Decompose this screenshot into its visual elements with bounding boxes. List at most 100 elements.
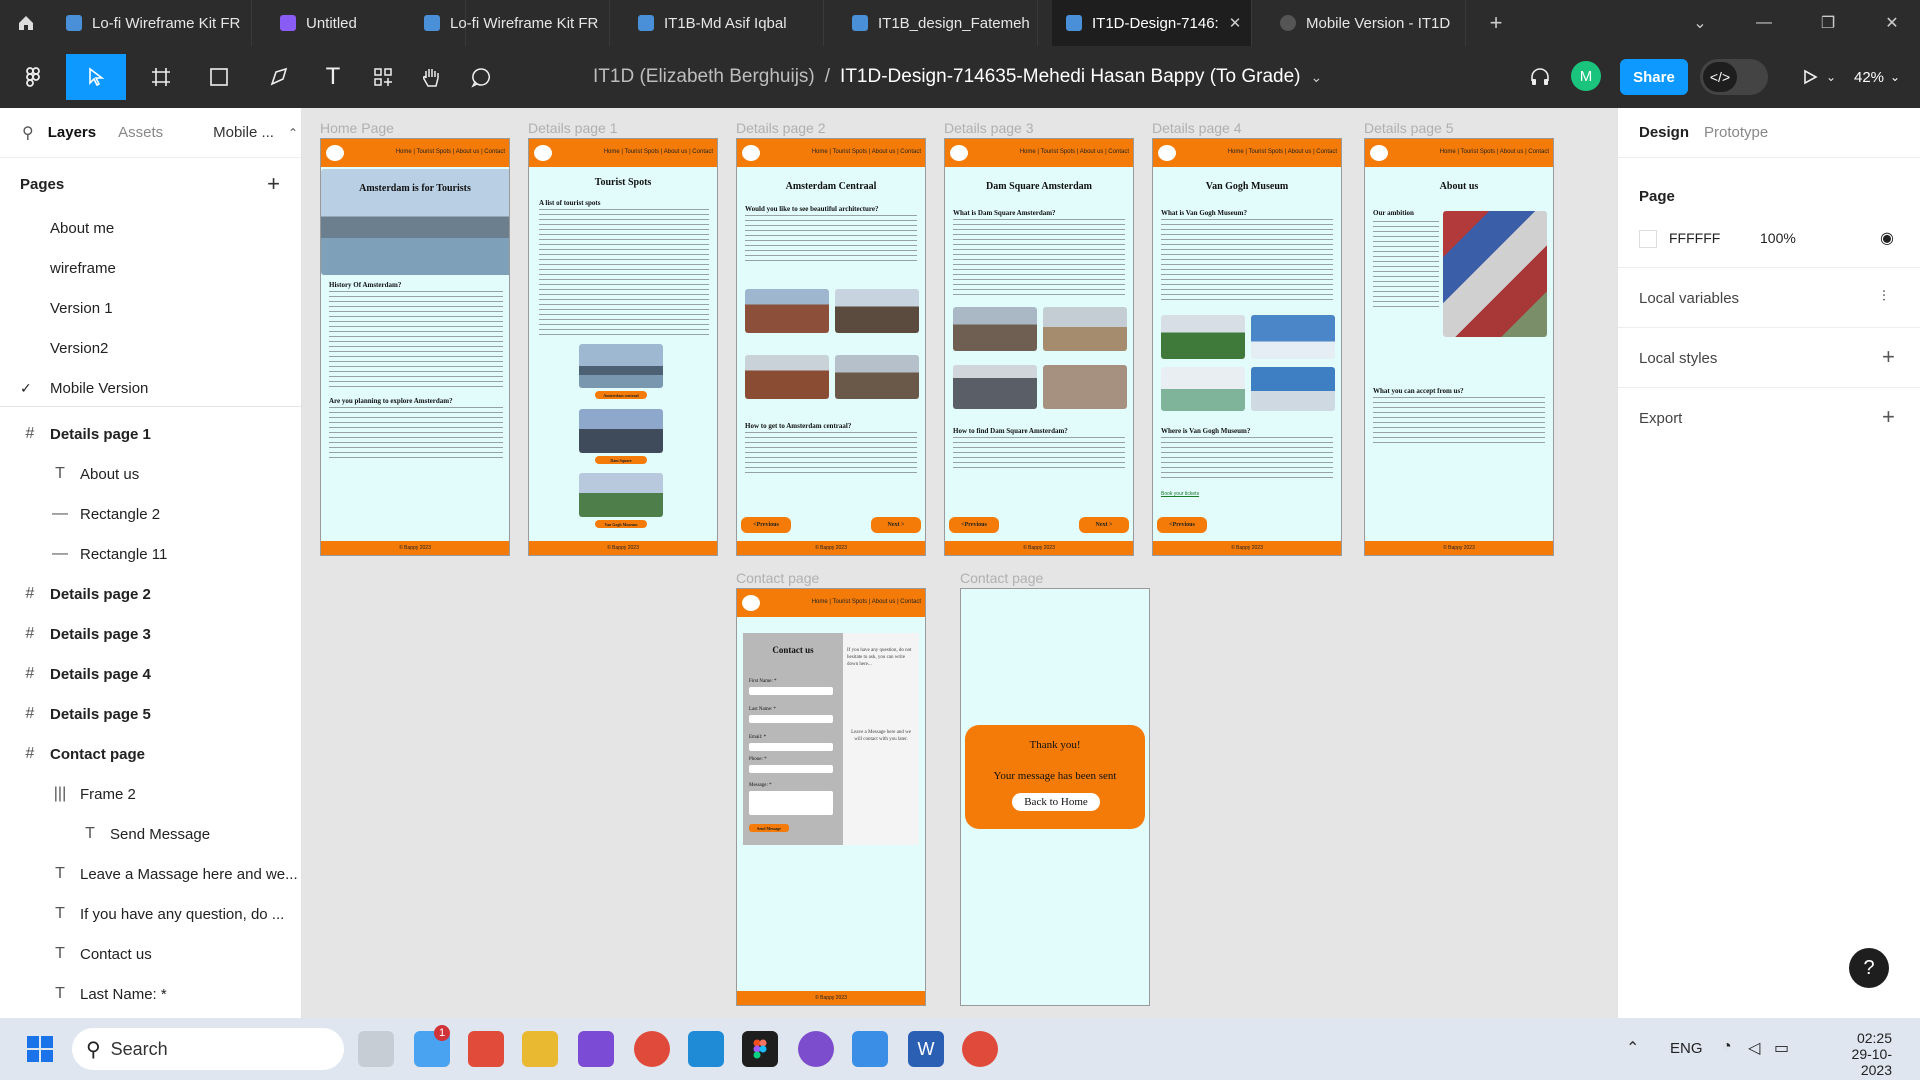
layer-row[interactable]: # Contact page bbox=[0, 734, 301, 774]
local-styles-section[interactable]: Local styles + bbox=[1618, 328, 1920, 388]
comment-icon[interactable] bbox=[458, 54, 504, 100]
layer-row[interactable]: ||| Frame 2 bbox=[0, 774, 301, 814]
tab-design[interactable]: Design bbox=[1639, 124, 1689, 141]
avatar[interactable]: M bbox=[1571, 61, 1601, 91]
github-icon[interactable] bbox=[798, 1031, 834, 1067]
local-variables-section[interactable]: Local variables ⫶ bbox=[1618, 268, 1920, 328]
visual-studio-icon[interactable] bbox=[578, 1031, 614, 1067]
frame-details-page-4[interactable]: Home | Tourist Spots | About us | Contac… bbox=[1152, 138, 1342, 556]
file-explorer-icon[interactable] bbox=[522, 1031, 558, 1067]
search-icon[interactable]: ⚲ bbox=[22, 123, 34, 143]
components-icon[interactable] bbox=[360, 54, 406, 100]
page-item-mobile-version[interactable]: ✓ Mobile Version bbox=[0, 368, 301, 408]
page-item-version2[interactable]: Version2 bbox=[0, 328, 301, 368]
battery-icon[interactable]: ▭ bbox=[1774, 1038, 1789, 1058]
chrome-icon[interactable] bbox=[634, 1031, 670, 1067]
layer-row[interactable]: T If you have any question, do ... bbox=[0, 894, 301, 934]
help-button[interactable]: ? bbox=[1849, 948, 1889, 988]
layer-row[interactable]: T Contact us bbox=[0, 934, 301, 974]
frame-label-details-5[interactable]: Details page 5 bbox=[1364, 120, 1454, 136]
tab-lofi-wireframe-1[interactable]: Lo-fi Wireframe Kit FR bbox=[52, 0, 252, 46]
layer-row[interactable]: # Details page 2 bbox=[0, 574, 301, 614]
frame-label-home[interactable]: Home Page bbox=[320, 120, 394, 136]
email-field[interactable] bbox=[749, 743, 833, 751]
next-button[interactable]: Next > bbox=[871, 517, 921, 533]
layer-row[interactable]: T Leave a Massage here and we... bbox=[0, 854, 301, 894]
dev-mode-toggle[interactable]: </> bbox=[1700, 59, 1768, 95]
vscode-icon[interactable] bbox=[688, 1031, 724, 1067]
home-icon[interactable] bbox=[0, 0, 52, 46]
paint-icon[interactable] bbox=[852, 1031, 888, 1067]
layer-row[interactable]: T About us bbox=[0, 454, 301, 494]
frame-details-page-3[interactable]: Home | Tourist Spots | About us | Contac… bbox=[944, 138, 1134, 556]
team-name[interactable]: IT1D (Elizabeth Berghuijs) bbox=[593, 66, 815, 88]
page-color-swatch[interactable] bbox=[1639, 230, 1657, 248]
hand-tool-icon[interactable] bbox=[408, 54, 454, 100]
chevron-up-icon[interactable]: ⌃ bbox=[1626, 1038, 1639, 1058]
wifi-icon[interactable]: ◔ bbox=[1722, 1038, 1732, 1056]
export-section[interactable]: Export + bbox=[1618, 388, 1920, 448]
move-tool-icon[interactable] bbox=[66, 54, 126, 100]
minimize-icon[interactable]: — bbox=[1736, 0, 1792, 46]
layer-row[interactable]: # Details page 5 bbox=[0, 694, 301, 734]
frame-label-contact[interactable]: Contact page bbox=[736, 570, 819, 586]
onedrive-icon[interactable]: 1 bbox=[414, 1025, 450, 1067]
chevron-down-icon[interactable]: ⌄ bbox=[1672, 0, 1728, 46]
tab-prototype[interactable]: Prototype bbox=[1704, 124, 1768, 141]
next-button[interactable]: Next > bbox=[1079, 517, 1129, 533]
new-tab-icon[interactable]: + bbox=[1468, 0, 1524, 46]
frame-label-details-4[interactable]: Details page 4 bbox=[1152, 120, 1242, 136]
clock[interactable]: 02:25 29-10-2023 bbox=[1822, 1030, 1892, 1078]
tab-lofi-wireframe-2[interactable]: Lo-fi Wireframe Kit FR bbox=[410, 0, 610, 46]
frame-contact-page[interactable]: Home | Tourist Spots | About us | Contac… bbox=[736, 588, 926, 1006]
back-to-home-button[interactable]: Back to Home bbox=[1012, 793, 1100, 811]
page-selector[interactable]: Mobile ... bbox=[213, 124, 274, 141]
windows-start-icon[interactable] bbox=[22, 1031, 58, 1067]
close-tab-icon[interactable]: ✕ bbox=[1229, 14, 1242, 32]
file-name[interactable]: IT1D-Design-714635-Mehedi Hasan Bappy (T… bbox=[840, 66, 1300, 88]
frame-label-thank-you[interactable]: Contact page bbox=[960, 570, 1043, 586]
book-tickets-link[interactable]: Book your tickets bbox=[1161, 491, 1199, 497]
frame-thank-you-page[interactable]: Thank you! Your message has been sent Ba… bbox=[960, 588, 1150, 1006]
frame-label-details-1[interactable]: Details page 1 bbox=[528, 120, 618, 136]
tab-mobile-version[interactable]: Mobile Version - IT1D bbox=[1266, 0, 1466, 46]
chevron-down-icon[interactable]: ⌄ bbox=[1311, 69, 1323, 86]
chevron-up-icon[interactable]: ⌃ bbox=[288, 126, 298, 140]
taskbar-search[interactable]: ⚲ Search bbox=[72, 1028, 344, 1070]
page-color-value[interactable]: FFFFFF bbox=[1669, 230, 1720, 246]
page-opacity-value[interactable]: 100% bbox=[1760, 230, 1796, 246]
tab-it1b-fatemeh[interactable]: IT1B_design_Fatemeh bbox=[838, 0, 1038, 46]
tab-layers[interactable]: Layers bbox=[48, 124, 96, 141]
eye-icon[interactable]: ◉ bbox=[1880, 228, 1894, 248]
page-item-wireframe[interactable]: wireframe bbox=[0, 248, 301, 288]
task-view-icon[interactable] bbox=[358, 1031, 394, 1067]
layer-row[interactable]: T Last Name: * bbox=[0, 974, 301, 1014]
layer-row[interactable]: # Details page 4 bbox=[0, 654, 301, 694]
layer-row[interactable]: — Rectangle 2 bbox=[0, 494, 301, 534]
zoom-level[interactable]: 42% ⌄ bbox=[1854, 46, 1900, 108]
headphones-icon[interactable] bbox=[1520, 54, 1560, 100]
figma-icon[interactable] bbox=[742, 1031, 778, 1067]
frame-tool-icon[interactable] bbox=[138, 54, 184, 100]
frame-details-page-1[interactable]: Home | Tourist Spots | About us | Contac… bbox=[528, 138, 718, 556]
rectangle-tool-icon[interactable] bbox=[196, 54, 242, 100]
page-item-about-me[interactable]: About me bbox=[0, 208, 301, 248]
tab-it1b-asif[interactable]: IT1B-Md Asif Iqbal bbox=[624, 0, 824, 46]
layer-row[interactable]: — Rectangle 11 bbox=[0, 534, 301, 574]
previous-button[interactable]: <Previous bbox=[1157, 517, 1207, 533]
add-style-icon[interactable]: + bbox=[1882, 344, 1895, 370]
previous-button[interactable]: <Previous bbox=[949, 517, 999, 533]
chevron-down-icon[interactable]: ⌄ bbox=[1822, 54, 1840, 100]
add-export-icon[interactable]: + bbox=[1882, 404, 1895, 430]
language-indicator[interactable]: ENG bbox=[1670, 1040, 1703, 1057]
send-message-button[interactable]: Send Message bbox=[749, 824, 789, 832]
design-canvas[interactable]: Home Page Home | Tourist Spots | About u… bbox=[302, 108, 1617, 1018]
microsoft-store-icon[interactable] bbox=[468, 1031, 504, 1067]
first-name-field[interactable] bbox=[749, 687, 833, 695]
close-window-icon[interactable]: ✕ bbox=[1864, 0, 1920, 46]
last-name-field[interactable] bbox=[749, 715, 833, 723]
layer-row[interactable]: # Details page 3 bbox=[0, 614, 301, 654]
frame-label-details-2[interactable]: Details page 2 bbox=[736, 120, 826, 136]
word-icon[interactable]: W bbox=[908, 1031, 944, 1067]
page-item-version-1[interactable]: Version 1 bbox=[0, 288, 301, 328]
